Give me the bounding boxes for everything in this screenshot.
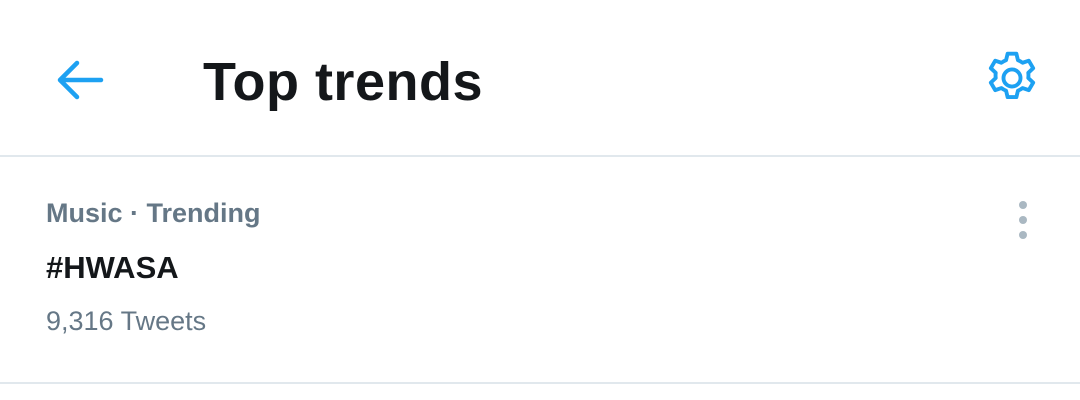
top-trends-screen: Top trends Music · Trending #HWASA 9,316… (0, 0, 1080, 400)
page-title: Top trends (203, 52, 483, 112)
trend-context: Music · Trending (46, 198, 261, 228)
more-vertical-icon (1019, 201, 1027, 239)
back-button[interactable] (44, 45, 114, 115)
settings-button[interactable] (976, 42, 1048, 114)
arrow-left-icon (57, 60, 104, 100)
gear-icon (988, 51, 1036, 100)
trend-name: #HWASA (46, 250, 179, 285)
header-bar: Top trends (0, 0, 1080, 157)
more-options-button[interactable] (998, 195, 1048, 245)
trend-list-item[interactable]: Music · Trending #HWASA 9,316 Tweets (0, 157, 1080, 384)
trend-tweet-count: 9,316 Tweets (46, 306, 207, 336)
